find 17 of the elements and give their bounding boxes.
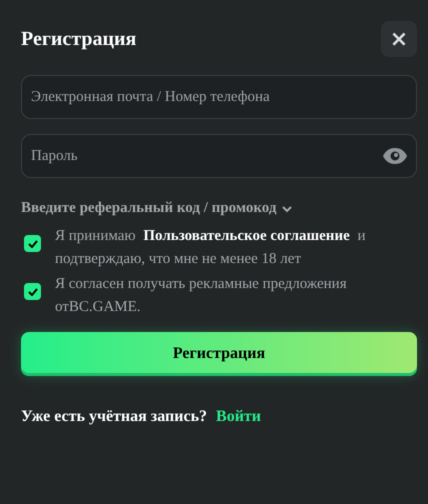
referral-toggle[interactable]: Введите реферальный код / промокод (21, 200, 292, 217)
checkbox[interactable] (24, 235, 41, 252)
password-field[interactable]: Пароль (21, 134, 417, 178)
login-link[interactable]: Войти (216, 408, 261, 426)
email-field[interactable]: Электронная почта / Номер телефона (21, 75, 417, 119)
eye-icon[interactable] (383, 148, 407, 164)
consent-text: Я принимаю Пользовательское соглашение и подтверждаю, что мне не менее 18 лет (55, 227, 367, 269)
login-prompt: Уже есть учётная запись? (21, 408, 208, 426)
register-button[interactable]: Регистрация (21, 332, 417, 376)
close-button[interactable]: × (381, 21, 417, 57)
check-icon (28, 240, 38, 248)
chevron-icon (282, 204, 292, 212)
check-icon (28, 288, 38, 296)
user-agreement-link[interactable]: Пользовательское соглашение (139, 228, 354, 244)
checkbox[interactable] (24, 283, 41, 300)
dialog-title: Регистрация (21, 28, 136, 50)
consent-text: Я согласен получать рекламные предложения отBC.GAME. (55, 275, 348, 317)
